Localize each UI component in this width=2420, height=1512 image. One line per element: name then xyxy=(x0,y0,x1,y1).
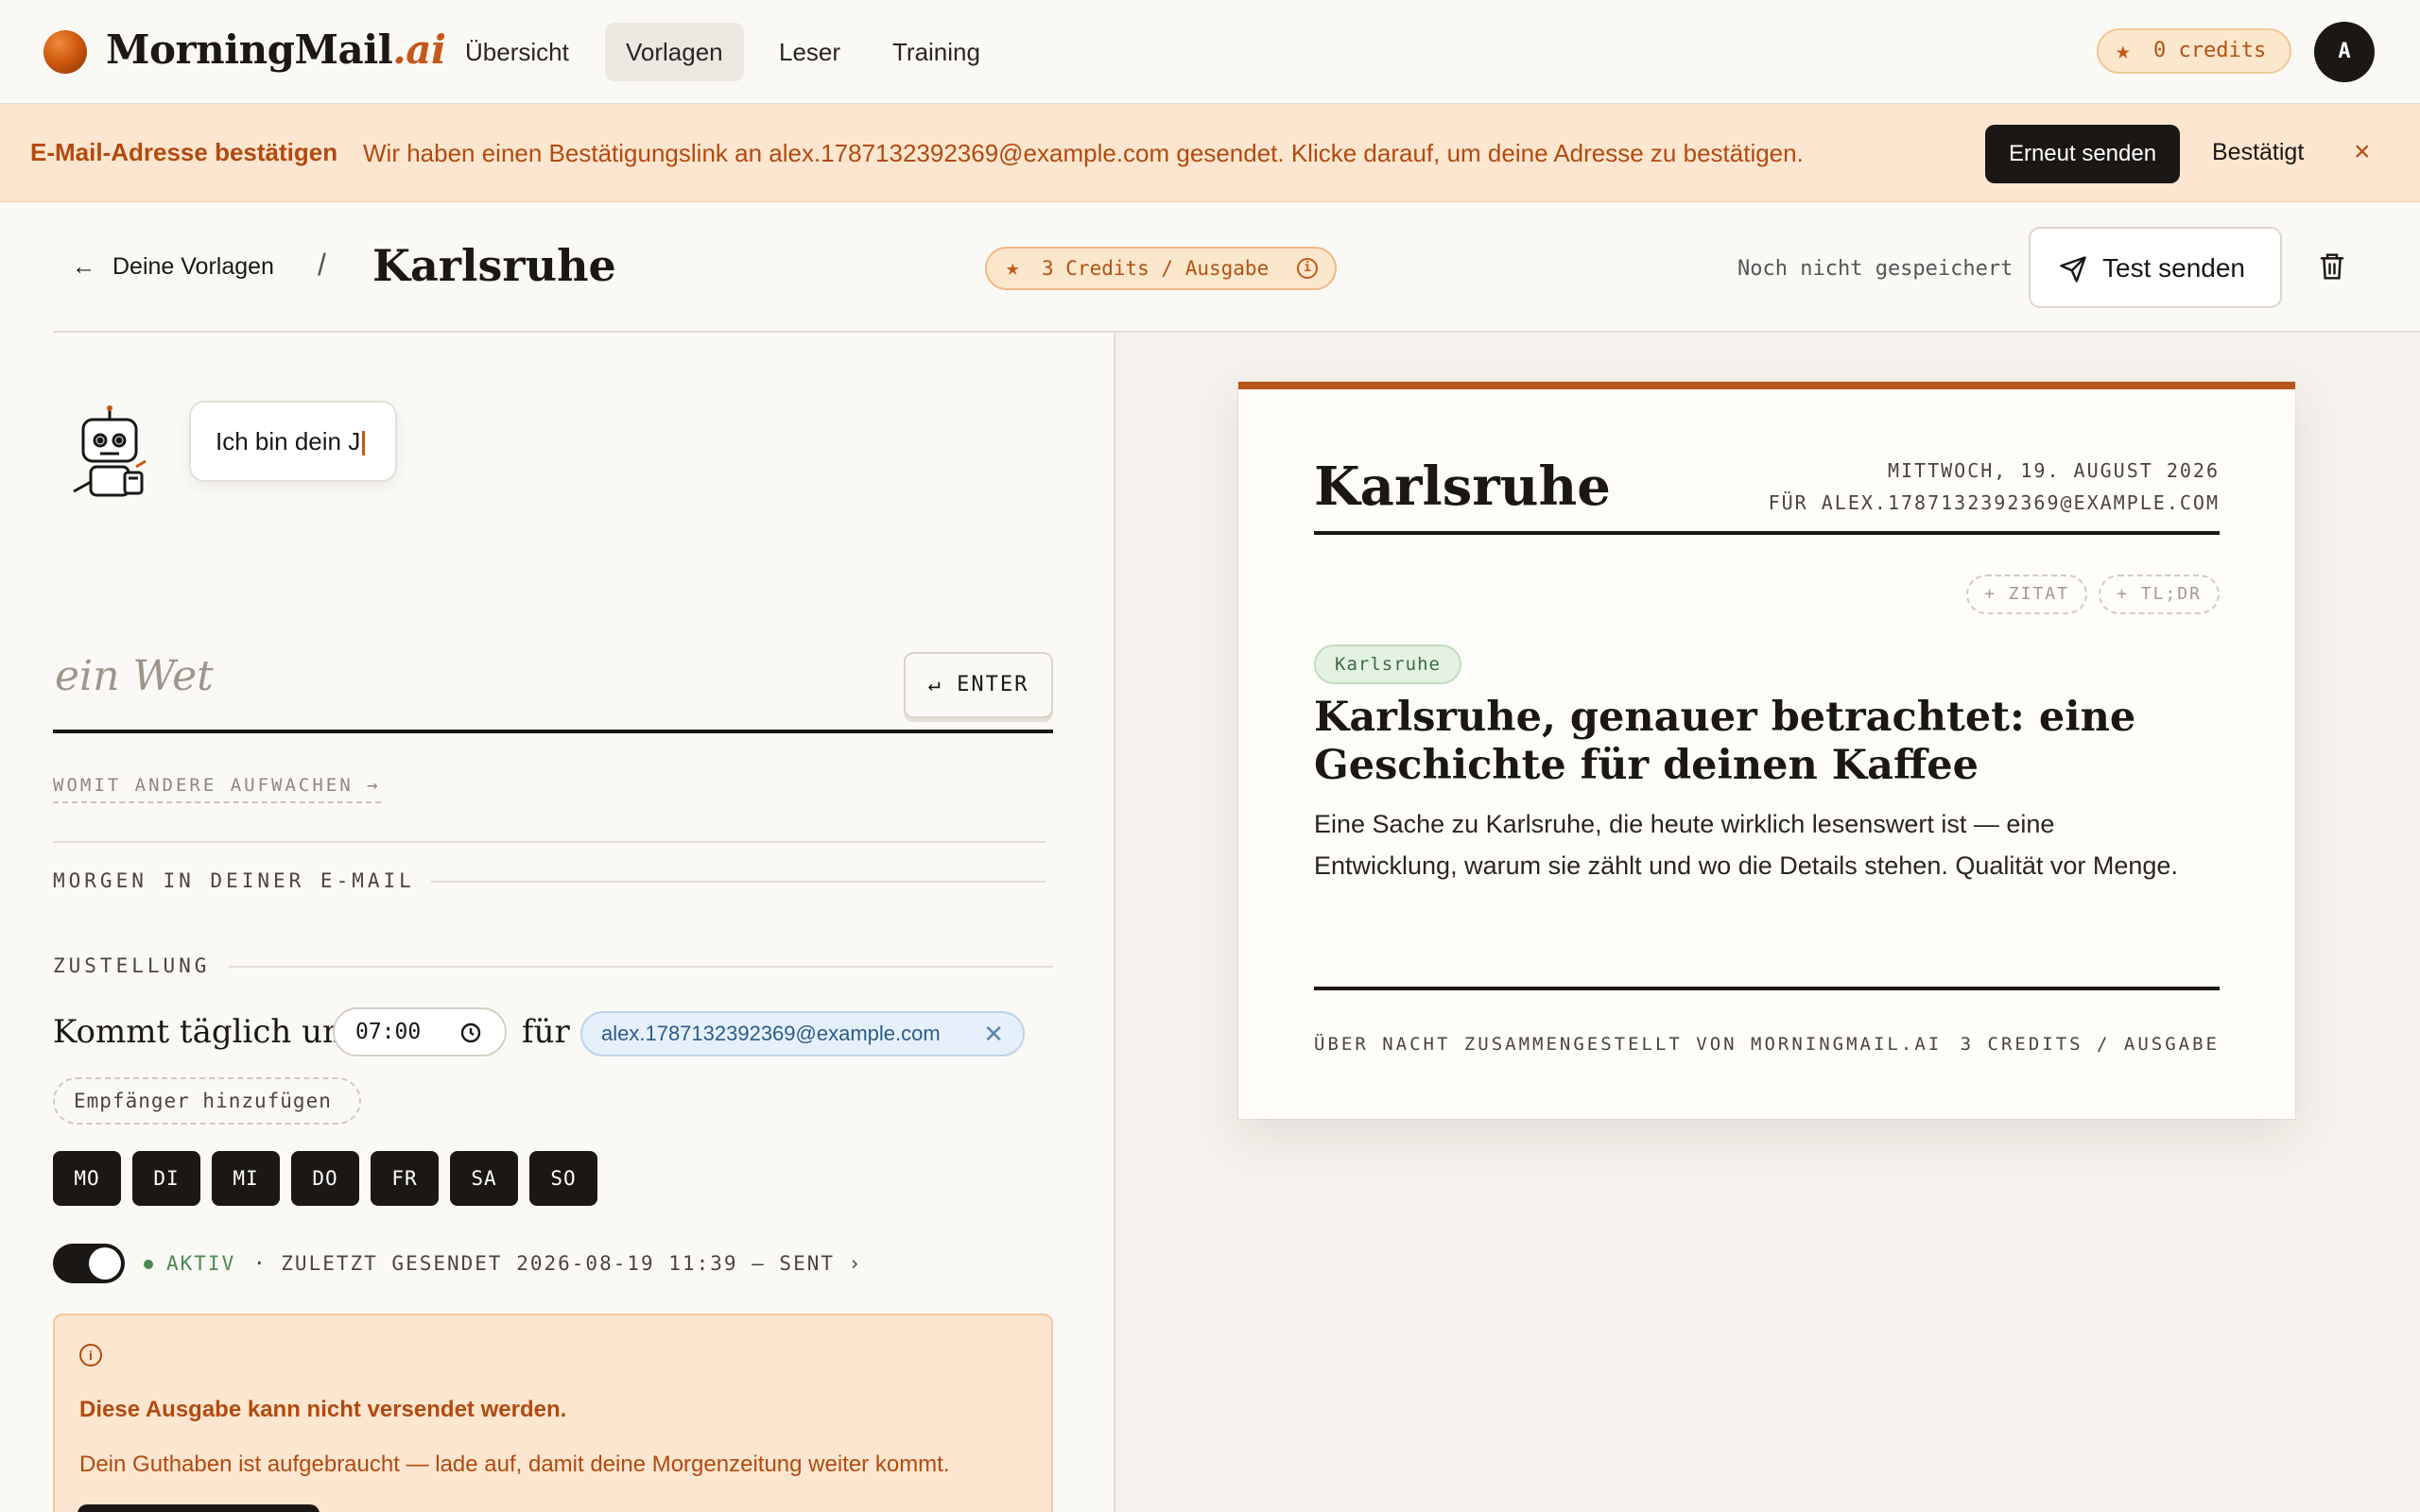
banner-text: Wir haben einen Bestätigungslink an alex… xyxy=(363,139,1804,167)
credits-badge[interactable]: ★ 0 credits xyxy=(2097,28,2291,74)
divider xyxy=(53,841,1046,843)
top-navigation: MorningMail.ai Übersicht Vorlagen Leser … xyxy=(0,0,2420,104)
section-delivery-label: ZUSTELLUNG xyxy=(53,954,211,977)
typing-caret xyxy=(362,431,366,456)
assistant-speech-bubble: Ich bin dein J xyxy=(189,401,397,482)
verify-email-banner: E-Mail-Adresse bestätigen Wir haben eine… xyxy=(0,104,2420,202)
confirmed-button[interactable]: Bestätigt xyxy=(2212,139,2304,166)
brand-suffix: .ai xyxy=(392,26,446,73)
delivery-prefix: Kommt täglich um xyxy=(53,1013,354,1051)
clock-icon xyxy=(460,1022,481,1043)
delivery-time-input[interactable]: 07:00 xyxy=(333,1007,507,1057)
divider xyxy=(431,881,1046,883)
send-test-button[interactable]: Test senden xyxy=(2029,227,2282,308)
preview-footer-credit: ÜBER NACHT ZUSAMMENGESTELLT VON MORNINGM… xyxy=(1314,1034,1943,1055)
robot-icon xyxy=(73,405,147,497)
nav-item-readers[interactable]: Leser xyxy=(758,23,861,81)
for-label: für xyxy=(522,1013,570,1051)
back-link-label: Deine Vorlagen xyxy=(112,253,274,280)
story-headline: Karlsruhe, genauer betrachtet: eine Gesc… xyxy=(1314,694,2136,789)
top-up-button[interactable] xyxy=(78,1504,320,1512)
add-quote-button[interactable]: + ZITAT xyxy=(1966,575,2087,614)
cost-label: 3 Credits / Ausgabe xyxy=(1042,257,1270,280)
cost-per-issue-badge: ★ 3 Credits / Ausgabe i xyxy=(985,247,1337,290)
topic-input[interactable]: ein Wet xyxy=(55,652,214,700)
add-tldr-button[interactable]: + TL;DR xyxy=(2099,575,2220,614)
save-status: Noch nicht gespeichert xyxy=(1737,257,2014,281)
arrow-left-icon: ← xyxy=(72,253,95,280)
banner-title: E-Mail-Adresse bestätigen xyxy=(30,138,338,166)
recipient-chip[interactable]: alex.1787132392369@example.com ✕ xyxy=(580,1011,1025,1057)
breadcrumb-separator: / xyxy=(318,248,326,282)
resend-button[interactable]: Erneut senden xyxy=(1985,125,2180,183)
close-icon[interactable]: ✕ xyxy=(983,1013,1004,1055)
back-to-templates-link[interactable]: ← Deine Vorlagen xyxy=(72,253,274,281)
recipient-email: alex.1787132392369@example.com xyxy=(601,1022,941,1045)
day-toggle-mo[interactable]: MO xyxy=(53,1151,121,1206)
day-toggle-so[interactable]: SO xyxy=(529,1151,597,1206)
enter-button[interactable]: ↵ ENTER xyxy=(904,652,1053,718)
story-lead: Eine Sache zu Karlsruhe, die heute wirkl… xyxy=(1314,810,2178,880)
star-icon: ★ xyxy=(1006,254,1020,281)
day-toggle-mi[interactable]: MI xyxy=(212,1151,280,1206)
last-sent-link[interactable]: · ZULETZT GESENDET 2026-08-19 11:39 — SE… xyxy=(253,1252,862,1275)
pane-divider xyxy=(1114,333,1115,1512)
others-wake-up-link[interactable]: WOMIT ANDERE AUFWACHEN → xyxy=(53,775,381,803)
input-underline xyxy=(53,730,1053,733)
add-recipient-button[interactable]: Empfänger hinzufügen xyxy=(53,1077,361,1125)
info-icon: i xyxy=(79,1344,102,1366)
preview-footer-divider xyxy=(1314,987,2220,990)
day-toggle-di[interactable]: DI xyxy=(132,1151,200,1206)
brand-name: MorningMail xyxy=(106,26,393,73)
day-toggle-fr[interactable]: FR xyxy=(371,1151,439,1206)
credits-label: 0 credits xyxy=(2153,39,2267,62)
nav-item-templates[interactable]: Vorlagen xyxy=(605,23,744,81)
divider xyxy=(229,966,1053,968)
star-icon: ★ xyxy=(2116,37,2131,65)
day-toggle-do[interactable]: DO xyxy=(291,1151,359,1206)
error-text: Dein Guthaben ist aufgebraucht — lade au… xyxy=(79,1452,950,1477)
page-title: Karlsruhe xyxy=(372,240,616,291)
preview-date: MITTWOCH, 19. AUGUST 2026 xyxy=(1887,459,2220,482)
day-toggle-sa[interactable]: SA xyxy=(450,1151,518,1206)
section-tomorrow-label: MORGEN IN DEINER E-MAIL xyxy=(53,869,415,892)
delivery-time-value: 07:00 xyxy=(355,1020,422,1044)
topic-tag: Karlsruhe xyxy=(1314,644,1461,684)
close-icon[interactable]: × xyxy=(2354,136,2371,168)
preview-divider xyxy=(1314,531,2220,535)
error-title: Diese Ausgabe kann nicht versendet werde… xyxy=(79,1397,567,1422)
toggle-knob xyxy=(89,1247,121,1280)
active-toggle[interactable] xyxy=(53,1244,125,1283)
trash-icon[interactable] xyxy=(2318,251,2346,282)
nav-item-overview[interactable]: Übersicht xyxy=(444,23,590,81)
send-test-label: Test senden xyxy=(2102,253,2245,283)
preview-recipient: FÜR ALEX.1787132392369@EXAMPLE.COM xyxy=(1768,491,2220,514)
assistant-text: Ich bin dein J xyxy=(216,427,361,455)
preview-footer-cost: 3 CREDITS / AUSGABE xyxy=(1960,1034,2220,1055)
send-icon xyxy=(2060,256,2086,283)
nav-item-training[interactable]: Training xyxy=(872,23,1001,81)
status-dot-icon xyxy=(144,1260,153,1269)
brand-logo[interactable]: MorningMail.ai xyxy=(106,26,446,73)
status-active: AKTIV xyxy=(166,1252,236,1275)
logo-dot-icon xyxy=(43,30,87,74)
info-icon[interactable]: i xyxy=(1297,258,1318,279)
send-error-card: i Diese Ausgabe kann nicht versendet wer… xyxy=(53,1314,1053,1512)
preview-title: Karlsruhe xyxy=(1314,455,1611,518)
avatar[interactable]: A xyxy=(2314,22,2375,82)
email-preview: Karlsruhe MITTWOCH, 19. AUGUST 2026 FÜR … xyxy=(1238,382,2295,1119)
